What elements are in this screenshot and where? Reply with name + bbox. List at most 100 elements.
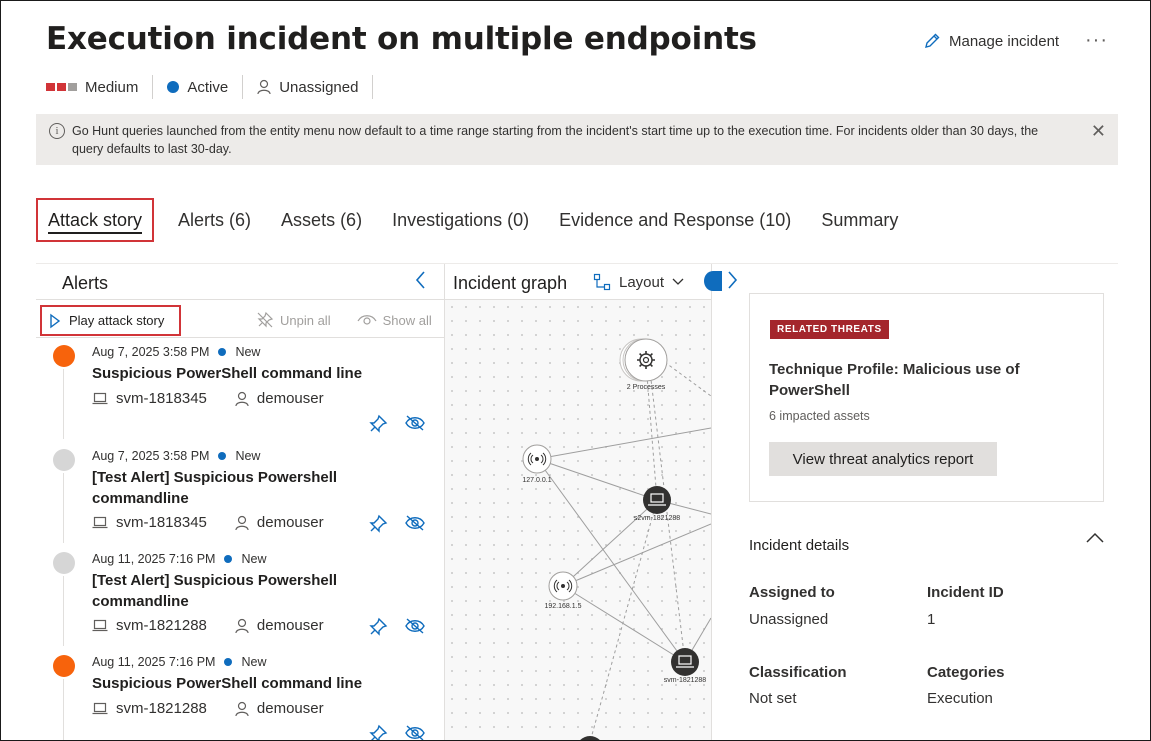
alert-status: New (241, 655, 267, 669)
process-node[interactable]: 2 Processes (619, 338, 668, 391)
tab-evidence-and-response[interactable]: Evidence and Response (10) (544, 198, 806, 242)
view-threat-report-button[interactable]: View threat analytics report (769, 442, 997, 476)
categories-value: Execution (927, 690, 993, 707)
alert-item[interactable]: Aug 7, 2025 3:58 PM New Suspicious Power… (36, 336, 444, 439)
pin-icon[interactable] (368, 617, 388, 637)
panel-divider (36, 299, 444, 300)
classification-label: Classification (749, 664, 847, 681)
alert-status: New (235, 449, 261, 463)
pin-icon[interactable] (368, 724, 388, 741)
show-all-button[interactable]: Show all (357, 311, 432, 329)
alert-item[interactable]: Aug 7, 2025 3:58 PM New [Test Alert] Sus… (36, 440, 444, 543)
hide-icon[interactable] (404, 414, 426, 432)
unpin-all-button[interactable]: Unpin all (256, 311, 331, 329)
chevron-up-icon[interactable] (1085, 532, 1105, 544)
layout-dropdown[interactable]: Layout (593, 273, 684, 291)
close-icon[interactable]: ✕ (1091, 122, 1106, 140)
play-attack-story-button[interactable]: Play attack story (40, 305, 181, 336)
hide-icon[interactable] (404, 617, 426, 635)
device-node[interactable] (576, 736, 604, 741)
user-entity[interactable]: demouser (235, 514, 324, 531)
alert-item[interactable]: Aug 11, 2025 7:16 PM New Suspicious Powe… (36, 646, 444, 741)
timeline-line (63, 369, 64, 439)
graph-canvas[interactable]: 2 Processes 127.0.0.1 s2vm-1821288 192.1… (445, 300, 711, 741)
chevron-right-icon[interactable] (727, 270, 739, 290)
alert-title[interactable]: [Test Alert] Suspicious Powershell comma… (92, 467, 392, 509)
play-icon (50, 313, 61, 328)
incident-details-title: Incident details (749, 537, 850, 554)
device-name: svm-1821288 (116, 700, 207, 717)
ip-node-label: 192.168.1.5 (545, 603, 582, 610)
alert-status: New (235, 345, 261, 359)
more-actions-button[interactable]: ··· (1085, 29, 1108, 52)
device-entity[interactable]: svm-1818345 (92, 390, 207, 407)
device-entity[interactable]: svm-1818345 (92, 514, 207, 531)
alerts-panel: Alerts Play attack story Unpin all Show … (36, 264, 444, 741)
graph-title: Incident graph (453, 273, 568, 293)
process-node-label: 2 Processes (627, 384, 666, 391)
device-node-label: s2vm-1821288 (634, 515, 680, 522)
user-entity[interactable]: demouser (235, 390, 324, 407)
device-name: svm-1818345 (116, 390, 207, 407)
severity-dot-icon (53, 552, 75, 574)
status-dot-icon (167, 81, 180, 93)
alert-entities: svm-1821288 demouser (92, 700, 324, 717)
alert-status: New (241, 552, 267, 566)
alert-date: Aug 11, 2025 7:16 PM (92, 552, 216, 566)
assigned-to-label: Assigned to (749, 584, 835, 601)
severity-dot-icon (53, 449, 75, 471)
alert-actions (368, 514, 426, 534)
graph-header: Incident graph Layout (445, 264, 722, 300)
alerts-panel-title: Alerts (62, 273, 109, 293)
assignee-indicator: Unassigned (257, 75, 374, 99)
hide-icon[interactable] (404, 724, 426, 741)
hide-icon[interactable] (404, 514, 426, 532)
severity-dot-icon (53, 345, 75, 367)
severity-dot-icon (53, 655, 75, 677)
alert-entities: svm-1821288 demouser (92, 617, 324, 634)
status-dot-icon (224, 658, 233, 666)
person-icon (235, 515, 249, 530)
user-entity[interactable]: demouser (235, 700, 324, 717)
severity-indicator: Medium (46, 75, 154, 99)
status-label: Active (187, 78, 229, 96)
alerts-toolbar: Unpin all Show all (256, 311, 432, 329)
alert-title[interactable]: Suspicious PowerShell command line (92, 363, 392, 384)
ip-node[interactable]: 192.168.1.5 (545, 571, 582, 610)
tab-alerts[interactable]: Alerts (6) (163, 198, 266, 242)
related-threat-card: RELATED THREATS Technique Profile: Malic… (749, 293, 1104, 502)
classification-value: Not set (749, 690, 797, 707)
device-node[interactable]: svm-1821288 (664, 648, 707, 684)
categories-label: Categories (927, 664, 1005, 681)
severity-label: Medium (85, 78, 139, 96)
tab-assets[interactable]: Assets (6) (266, 198, 377, 242)
status-dot-icon (218, 452, 227, 460)
play-attack-story-label: Play attack story (69, 313, 165, 328)
layout-icon (593, 273, 611, 291)
alert-title[interactable]: [Test Alert] Suspicious Powershell comma… (92, 570, 392, 612)
pin-icon[interactable] (368, 514, 388, 534)
status-dot-icon (224, 555, 233, 563)
alert-title[interactable]: Suspicious PowerShell command line (92, 673, 392, 694)
assignee-label: Unassigned (279, 78, 359, 96)
ip-node[interactable]: 127.0.0.1 (522, 444, 552, 484)
user-entity[interactable]: demouser (235, 617, 324, 634)
tab-summary[interactable]: Summary (806, 198, 913, 242)
pin-icon[interactable] (368, 414, 388, 434)
graph-toggle-button[interactable] (704, 271, 722, 291)
status-indicator: Active (167, 75, 244, 99)
incident-page: Execution incident on multiple endpoints… (0, 0, 1151, 741)
person-icon (235, 618, 249, 633)
alert-actions (368, 724, 426, 741)
manage-incident-button[interactable]: Manage incident (923, 32, 1059, 50)
alert-item[interactable]: Aug 11, 2025 7:16 PM New [Test Alert] Su… (36, 543, 444, 646)
incident-tabs: Attack story Alerts (6) Assets (6) Inves… (36, 197, 913, 243)
tab-attack-story[interactable]: Attack story (36, 198, 155, 242)
chevron-left-icon[interactable] (414, 270, 426, 290)
tab-investigations[interactable]: Investigations (0) (377, 198, 544, 242)
device-name: svm-1818345 (116, 514, 207, 531)
device-entity[interactable]: svm-1821288 (92, 617, 207, 634)
alert-date: Aug 11, 2025 7:16 PM (92, 655, 216, 669)
device-entity[interactable]: svm-1821288 (92, 700, 207, 717)
person-icon (235, 391, 249, 406)
